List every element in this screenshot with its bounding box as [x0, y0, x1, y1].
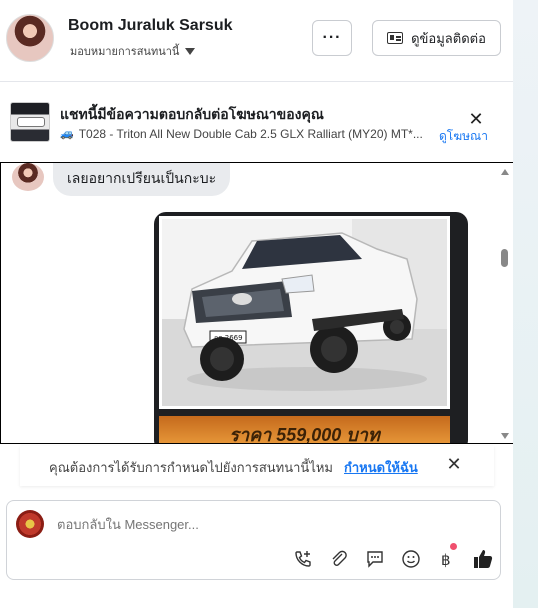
ad-reply-banner: แชทนี้มีข้อความตอบกลับต่อโฆษณาของคุณ 🚙 T… — [0, 96, 513, 152]
ad-reply-title: แชทนี้มีข้อความตอบกลับต่อโฆษณาของคุณ — [60, 106, 324, 122]
assign-dropdown[interactable]: มอบหมายการสนทนานี้ — [70, 42, 196, 60]
ad-subtitle: 🚙 T028 - Triton All New Double Cab 2.5 G… — [60, 127, 440, 141]
page-avatar — [16, 510, 44, 538]
composer-toolbar: ฿ — [287, 543, 497, 573]
svg-text:฿: ฿ — [441, 551, 451, 569]
conversation-header: Boom Juraluk Sarsuk มอบหมายการสนทนานี้ ·… — [0, 0, 513, 82]
assign-notice: คุณต้องการได้รับการกำหนดไปยังการสนทนานี้… — [20, 446, 494, 486]
reply-input[interactable] — [57, 517, 357, 532]
notification-dot — [450, 543, 457, 550]
close-icon[interactable]: ✕ — [467, 110, 485, 128]
thumbs-up-icon[interactable] — [471, 547, 495, 571]
price-label: ราคา 559,000 บาท — [159, 416, 450, 443]
incoming-message[interactable]: เลยอยากเปรียนเป็นกะบะ — [53, 163, 231, 196]
car-photo-message[interactable]: กธ 2669 ราคา 559,000 บาท — [154, 212, 468, 443]
more-options-button[interactable]: ··· — [312, 20, 352, 56]
car-thumbnail-icon — [17, 117, 45, 127]
background-gutter — [513, 0, 538, 608]
call-icon[interactable] — [291, 547, 315, 571]
ad-thumbnail[interactable] — [10, 102, 50, 142]
view-contact-label: ดูข้อมูลติดต่อ — [411, 30, 486, 46]
scroll-thumb[interactable] — [501, 249, 508, 267]
close-icon[interactable]: ✕ — [446, 454, 462, 475]
message-thread[interactable]: เลยอยากเปรียนเป็นกะบะ กธ 2669 — [0, 162, 514, 444]
view-contact-button[interactable]: ดูข้อมูลติดต่อ — [372, 20, 501, 56]
scroll-down-icon[interactable] — [501, 433, 509, 439]
conversation-panel: Boom Juraluk Sarsuk มอบหมายการสนทนานี้ ·… — [0, 0, 514, 608]
attachment-icon[interactable] — [327, 547, 351, 571]
caret-down-icon — [185, 47, 196, 55]
contact-card-icon — [387, 32, 404, 44]
saved-replies-icon[interactable] — [363, 547, 387, 571]
assign-label: มอบหมายการสนทนานี้ — [70, 46, 180, 58]
ad-subtitle-text: T028 - Triton All New Double Cab 2.5 GLX… — [78, 127, 423, 141]
pickup-truck-image: กธ 2669 — [162, 219, 447, 406]
emoji-icon[interactable] — [399, 547, 423, 571]
view-ad-link[interactable]: ดูโฆษณา — [439, 127, 488, 146]
car-emoji-icon: 🚙 — [60, 128, 74, 140]
scroll-up-icon[interactable] — [501, 169, 509, 175]
thread-scrollbar[interactable] — [499, 163, 511, 443]
avatar[interactable] — [6, 14, 54, 62]
baht-payment-icon[interactable]: ฿ — [435, 547, 459, 571]
contact-name[interactable]: Boom Juraluk Sarsuk — [68, 17, 233, 35]
assign-notice-text: คุณต้องการได้รับการกำหนดไปยังการสนทนานี้… — [49, 460, 333, 475]
sender-avatar — [12, 163, 44, 191]
assign-to-me-link[interactable]: กำหนดให้ฉัน — [344, 457, 418, 478]
message-composer: ฿ — [6, 500, 501, 580]
car-photo[interactable]: กธ 2669 — [159, 216, 450, 409]
